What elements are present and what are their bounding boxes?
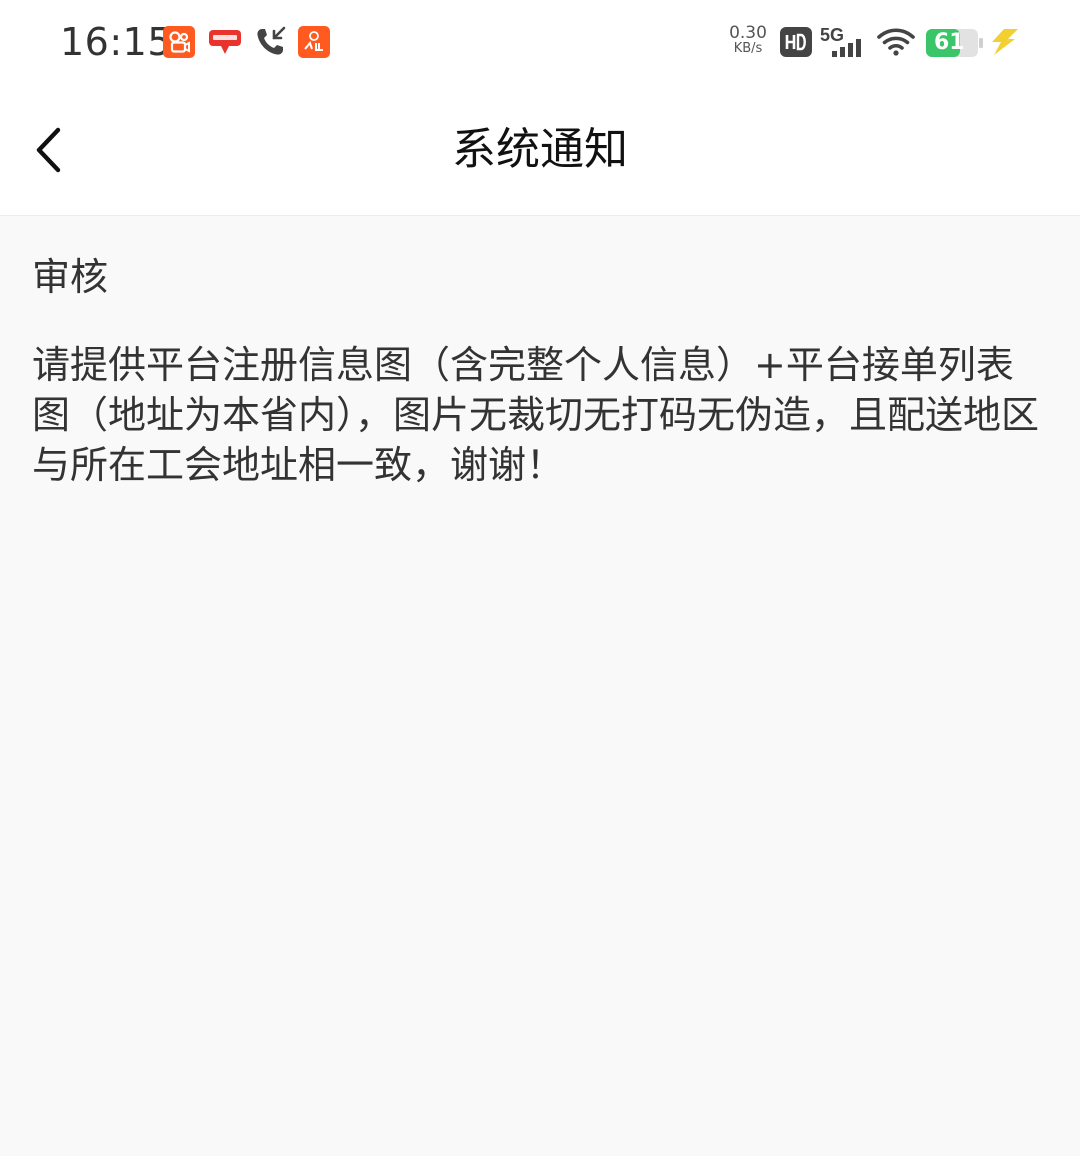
page-title: 系统通知: [452, 124, 628, 175]
nav-bar: 系统通知: [0, 84, 1080, 216]
net-speed: 0.30 KB/s: [727, 25, 769, 57]
charging-icon: [988, 27, 1022, 61]
status-time: 16:15: [60, 20, 173, 64]
status-bar: 16:15 0.30 KB/s 5G 61: [0, 0, 1080, 84]
net-speed-unit: KB/s: [733, 41, 763, 56]
notice-body: 请提供平台注册信息图（含完整个人信息）+平台接单列表图（地址为本省内），图片无裁…: [32, 343, 1040, 487]
hd-icon: [780, 27, 812, 61]
battery-level: 61: [934, 30, 965, 55]
net-speed-value: 0.30: [729, 23, 767, 43]
notice-heading: 审核: [32, 255, 109, 299]
5g-signal-icon: 5G: [820, 24, 868, 64]
wifi-icon: [877, 27, 915, 61]
notice-content: 审核 请提供平台注册信息图（含完整个人信息）+平台接单列表图（地址为本省内），图…: [32, 250, 1042, 490]
svg-text:5G: 5G: [820, 25, 844, 45]
phone-call-icon: [254, 26, 286, 62]
kuaishou-icon: [163, 26, 195, 58]
yunshanfu-icon: [208, 26, 242, 58]
fanqie-app-icon: [298, 26, 330, 58]
